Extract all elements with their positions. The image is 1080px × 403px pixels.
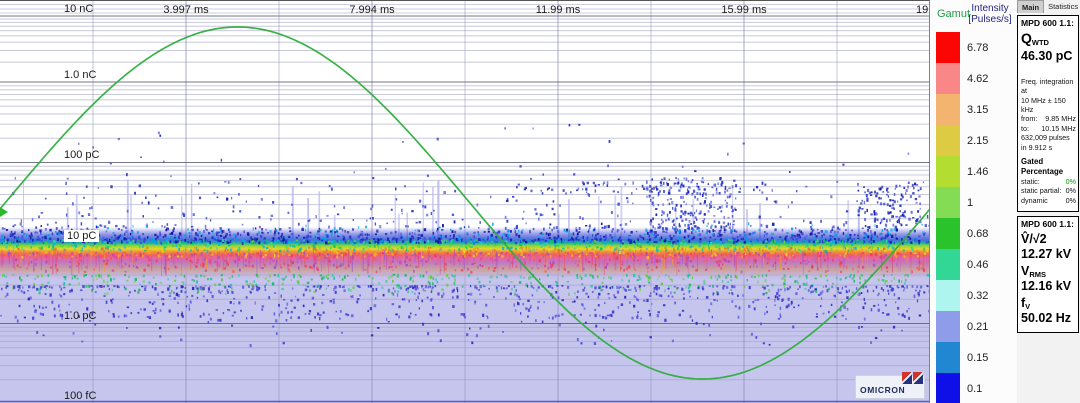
x-axis-label: 15.99 ms (721, 4, 767, 16)
x-axis-label: 3.997 ms (163, 4, 209, 16)
y-axis-label: 1.0 nC (64, 69, 97, 81)
v-peak-symbol: V̂/√2 (1021, 232, 1047, 246)
gated-percentage-rows: static: 0% static partial: 0% dynamic 0% (1021, 177, 1076, 205)
gamut-colorbar-labels: 6.78 4.62 3.15 2.15 1.46 1 0.68 0.46 0.32 0.21 0.1… (967, 32, 988, 403)
tab-statistics[interactable]: Statistics (1044, 0, 1080, 12)
intensity-unit: [Pulses/s] (968, 14, 1012, 25)
gated-static-value: 0% (1065, 177, 1076, 187)
prpd-chart-svg (0, 1, 929, 403)
pd-measurement-panel: MPD 600 1.1: QWTD 46.30 pC Freq. integra… (1017, 15, 1079, 212)
freq-integration-info: Freq. integration at 10 MHz ± 150 kHz fr… (1021, 77, 1076, 152)
x-axis-label: 11.99 ms (535, 4, 581, 16)
colorbar-band (936, 94, 960, 125)
v-rms-value: 12.16 kV (1021, 279, 1072, 293)
mpd-app-window: OMICRON 3.997 ms 7.994 ms 11.99 ms 15.99 ms… (0, 0, 1080, 403)
colorbar-band (936, 156, 960, 187)
gamut-colorbar (936, 32, 960, 403)
colorbar-value: 3.15 (967, 103, 989, 116)
pulse-count: 632,009 pulses (1021, 133, 1070, 143)
colorbar-band (936, 342, 960, 373)
colorbar-value: 1 (967, 196, 974, 209)
q-wtd-symbol: QWTD (1021, 30, 1049, 47)
colorbar-value: 0.15 (967, 351, 989, 364)
intensity-title: Intensity (971, 3, 1009, 14)
q-wtd-value: 46.30 pC (1021, 49, 1073, 63)
iec-status-title: IEC 60270 status (1021, 210, 1076, 211)
pulse-duration: in 9.912 s (1021, 142, 1053, 152)
x-axis-label: 19.9 (916, 4, 929, 16)
y-axis-label: 100 pC (64, 149, 100, 161)
colorbar-band (936, 125, 960, 156)
colorbar-value: 0.32 (967, 289, 989, 302)
gated-static-partial-value: 0% (1065, 186, 1076, 196)
colorbar-value: 1.46 (967, 165, 989, 178)
y-axis-label: 10 pC (64, 230, 100, 242)
side-panel: Main Statistics MPD 600 1.1: QWTD 46.30 … (1017, 0, 1080, 403)
omicron-logo-text: OMICRON (860, 385, 906, 395)
tab-main[interactable]: Main (1017, 0, 1045, 13)
colorbar-value: 2.15 (967, 134, 989, 147)
x-axis-label: 7.994 ms (349, 4, 395, 16)
colorbar-band (936, 249, 960, 280)
colorbar-value: 0.1 (967, 382, 983, 395)
gamut-panel: Gamut Intensity [Pulses/s] 6.78 4.62 3.15 2… (930, 0, 1017, 403)
voltage-panel: MPD 600 1.1: V̂/√2 12.27 kV VRMS 12.16 k… (1017, 216, 1079, 333)
colorbar-band (936, 280, 960, 311)
colorbar-value: 0.46 (967, 258, 989, 271)
colorbar-band (936, 187, 960, 218)
intensity-scale-label: Intensity [Pulses/s] (963, 3, 1017, 25)
gated-dynamic-value: 0% (1065, 195, 1076, 205)
panel1-title: MPD 600 1.1: (1021, 18, 1075, 28)
omicron-logo-icon (902, 372, 923, 384)
y-axis-label: 10 nC (64, 3, 94, 15)
v-peak-value: 12.27 kV (1021, 247, 1072, 261)
colorbar-value: 4.62 (967, 72, 989, 85)
colorbar-value: 0.68 (967, 227, 989, 240)
panel2-title: MPD 600 1.1: (1021, 219, 1075, 229)
y-axis-label: 100 fC (64, 390, 97, 402)
colorbar-value: 6.78 (967, 41, 989, 54)
colorbar-band (936, 32, 960, 63)
colorbar-band (936, 63, 960, 94)
colorbar-band (936, 373, 960, 403)
tab-bar: Main Statistics (1017, 0, 1080, 14)
frequency-symbol: fV (1021, 296, 1031, 312)
v-rms-symbol: VRMS (1021, 264, 1047, 280)
frequency-value: 50.02 Hz (1021, 311, 1072, 325)
colorbar-band (936, 311, 960, 342)
prpd-plot-area[interactable]: OMICRON 3.997 ms 7.994 ms 11.99 ms 15.99 ms… (0, 0, 930, 403)
y-axis-label: 1.0 pC (64, 310, 97, 322)
gated-percentage-title: Gated Percentage (1021, 156, 1064, 176)
colorbar-band (936, 218, 960, 249)
omicron-logo: OMICRON (855, 372, 925, 399)
colorbar-value: 0.21 (967, 320, 989, 333)
